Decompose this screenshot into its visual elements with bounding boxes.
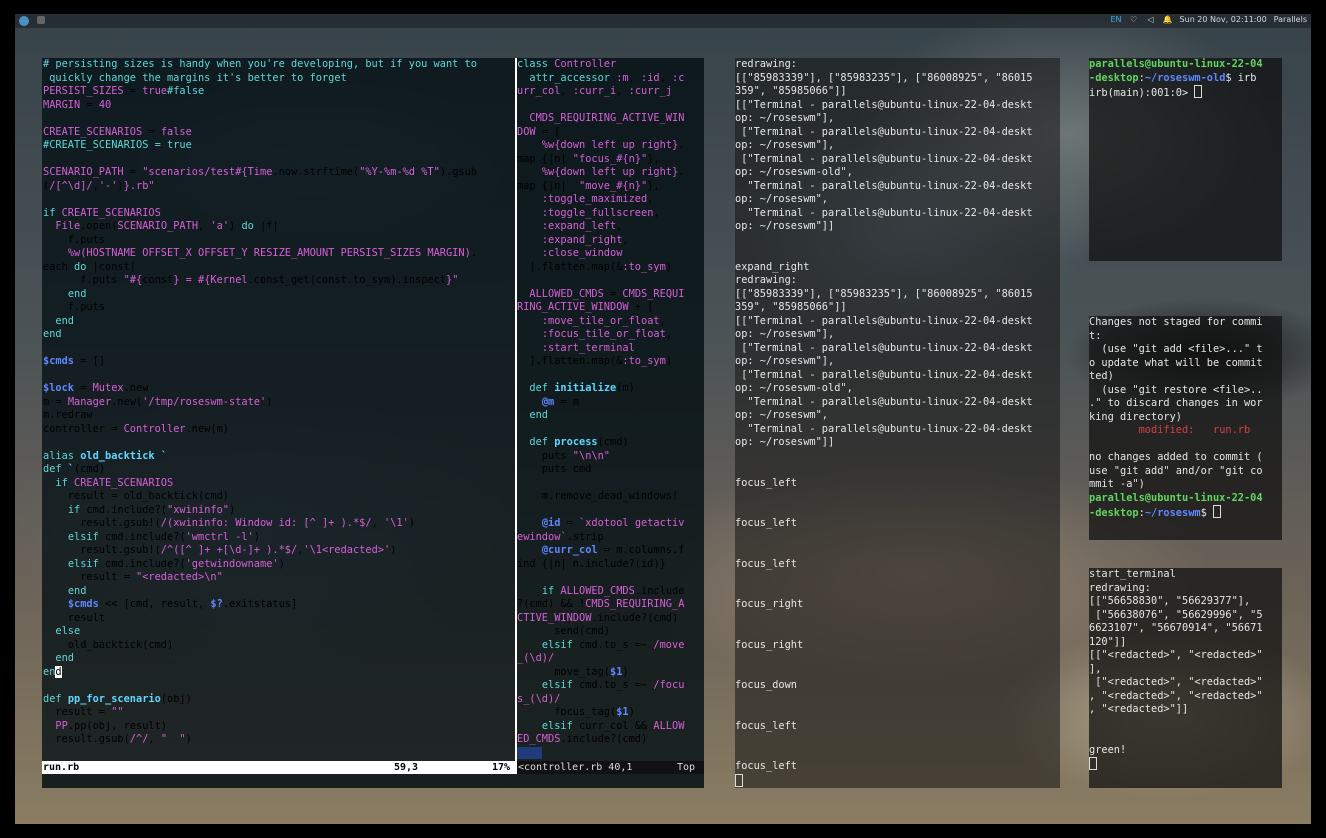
status-scroll-top: Top bbox=[677, 762, 696, 773]
run-rb-code: # persisting sizes is handy when you're … bbox=[43, 58, 477, 745]
status-cursor-position: 59,3 bbox=[394, 762, 419, 773]
volume-icon[interactable]: ◁ bbox=[1146, 15, 1156, 24]
terminal-start-log[interactable]: start_terminal redrawing: [["56658830", … bbox=[1089, 568, 1282, 788]
git-status-output: Changes not staged for commi t: (use "gi… bbox=[1089, 316, 1263, 519]
bell-icon[interactable]: 🔔 bbox=[1163, 15, 1173, 24]
network-icon[interactable]: ♡ bbox=[1129, 15, 1139, 24]
irb-output: parallels@ubuntu-linux-22-04 -desktop:~/… bbox=[1089, 58, 1263, 99]
keyboard-layout[interactable]: EN bbox=[1111, 15, 1122, 24]
terminal-irb[interactable]: parallels@ubuntu-linux-22-04 -desktop:~/… bbox=[1089, 58, 1282, 261]
vim-pane-run-rb[interactable]: # persisting sizes is handy when you're … bbox=[42, 58, 515, 774]
controller-rb-code: class Controller attr_accessor :m, :id, … bbox=[517, 58, 704, 760]
terminal-cursor bbox=[735, 773, 743, 787]
desktop: EN ♡ ◁ 🔔 Sun 20 Nov, 02:11:00 Parallels … bbox=[15, 14, 1311, 824]
system-tray: EN ♡ ◁ 🔔 Sun 20 Nov, 02:11:00 Parallels bbox=[1111, 15, 1308, 24]
vim-command-line[interactable] bbox=[42, 774, 704, 788]
window-icon[interactable] bbox=[37, 16, 45, 24]
vim-pane-controller-rb[interactable]: class Controller attr_accessor :m, :id, … bbox=[517, 58, 704, 774]
start-terminal-output: start_terminal redrawing: [["56658830", … bbox=[1089, 568, 1282, 773]
status-filename-right: <controller.rb 40,1 bbox=[518, 762, 633, 773]
user-menu[interactable]: Parallels bbox=[1274, 15, 1307, 24]
terminal-git-status[interactable]: Changes not staged for commi t: (use "gi… bbox=[1089, 316, 1282, 540]
redraw-log-output: redrawing: [["85983339"], ["85983235"], … bbox=[735, 58, 1060, 788]
vim-status-line-right: <controller.rb 40,1 Top bbox=[517, 761, 704, 774]
status-filename: run.rb bbox=[43, 762, 80, 773]
status-scroll-percent: 17% bbox=[492, 762, 511, 773]
top-panel: EN ♡ ◁ 🔔 Sun 20 Nov, 02:11:00 Parallels bbox=[15, 14, 1311, 28]
app-menu-icon[interactable] bbox=[19, 16, 29, 26]
clock[interactable]: Sun 20 Nov, 02:11:00 bbox=[1180, 15, 1267, 24]
vim-status-line-left: run.rb 59,3 17% bbox=[42, 761, 515, 774]
terminal-redraw-log[interactable]: redrawing: [["85983339"], ["85983235"], … bbox=[735, 58, 1060, 788]
